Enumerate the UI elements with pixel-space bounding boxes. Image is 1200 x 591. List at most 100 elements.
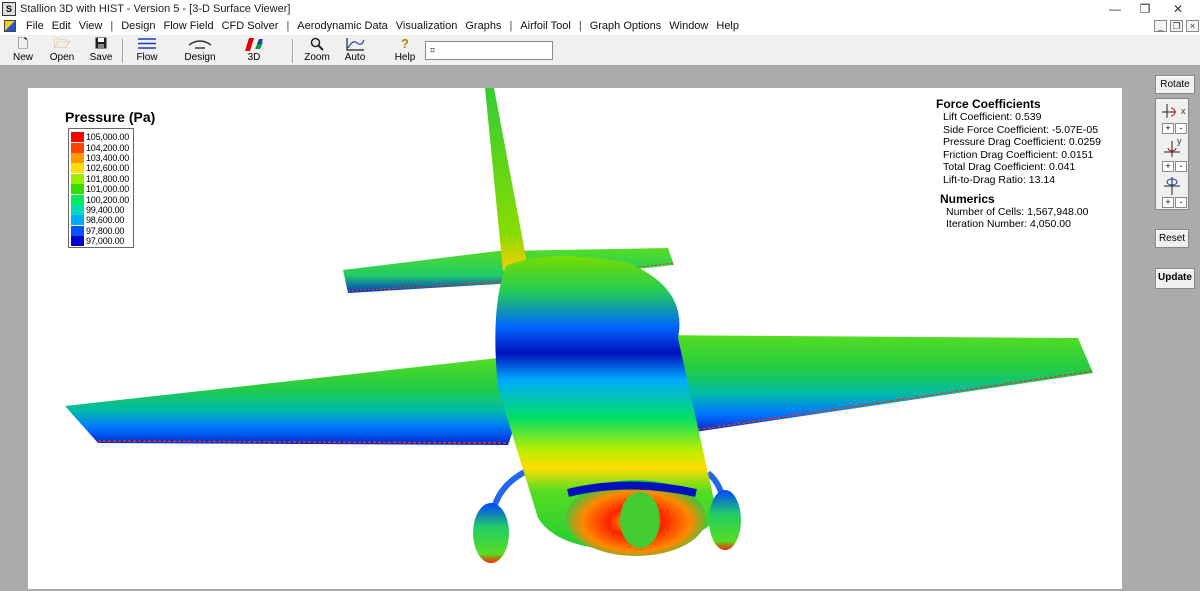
legend-entry: 105,000.00 [71, 132, 131, 143]
menu-aerodynamic-data[interactable]: Aerodynamic Data [293, 20, 392, 32]
menu-file[interactable]: File [22, 20, 48, 32]
new-button[interactable]: 🗋 New [8, 37, 38, 65]
vertical-fin [485, 88, 528, 271]
flow-button[interactable]: Flow [132, 37, 162, 65]
numerics-heading: Numerics [940, 191, 995, 206]
toolbar-separator [292, 39, 294, 63]
auto-button[interactable]: Auto [340, 37, 370, 65]
iteration-number: Iteration Number: 4,050.00 [946, 218, 1071, 231]
legend-swatch [71, 184, 84, 195]
legend-entry: 97,800.00 [71, 225, 131, 236]
menu-edit[interactable]: Edit [48, 20, 75, 32]
lift-to-drag-ratio: Lift-to-Drag Ratio: 13.14 [943, 173, 1056, 186]
magnifier-icon [302, 37, 332, 51]
cursor-icon: ⌗ [430, 45, 436, 55]
legend-entry: 98,600.00 [71, 215, 131, 226]
open-button[interactable]: 🗁 Open [46, 37, 78, 65]
window-title: Stallion 3D with HIST - Version 5 - [3-D… [20, 3, 291, 15]
zoom-label: Zoom [304, 52, 330, 63]
mdi-close-button[interactable]: × [1186, 20, 1199, 32]
axis-control-group: x + - y + - + - [1155, 98, 1189, 210]
help-button[interactable]: ? Help [392, 37, 418, 65]
menu-help[interactable]: Help [712, 20, 743, 32]
x-rotate-plus-button[interactable]: + [1162, 123, 1174, 134]
3d-surface-viewer[interactable]: Pressure (Pa) 105,000.00 104,200.00 103,… [28, 88, 1122, 589]
menu-separator: | [110, 20, 114, 32]
open-folder-icon: 🗁 [53, 36, 71, 51]
y-rotate-minus-button[interactable]: - [1175, 161, 1187, 172]
results-panel: Force Coefficients Lift Coefficient: 0.5… [936, 97, 1116, 231]
legend-entry: 102,600.00 [71, 163, 131, 174]
legend-swatch [71, 173, 84, 184]
friction-drag-coefficient: Friction Drag Coefficient: 0.0151 [943, 148, 1094, 161]
spinner [620, 492, 660, 548]
toolbar: 🗋 New 🗁 Open Save Flow Design 3D Zoom Au… [0, 34, 1200, 66]
menu-bar: File Edit View | Design Flow Field CFD S… [0, 18, 1200, 34]
airfoil-icon [184, 37, 216, 51]
legend-label: 103,400.00 [86, 152, 130, 163]
3d-button[interactable]: 3D [240, 37, 268, 65]
reset-button[interactable]: Reset [1155, 229, 1189, 248]
z-axis-rotate-icon [1162, 177, 1182, 195]
menu-view[interactable]: View [75, 20, 107, 32]
update-button[interactable]: Update [1155, 268, 1195, 289]
mdi-minimize-button[interactable]: _ [1154, 20, 1167, 32]
new-file-icon: 🗋 [17, 36, 29, 51]
menu-separator: | [578, 20, 582, 32]
menu-graph-options[interactable]: Graph Options [586, 20, 666, 32]
save-label: Save [89, 52, 113, 63]
right-wheel-fairing [709, 490, 741, 550]
help-label: Help [394, 52, 416, 63]
title-bar: S Stallion 3D with HIST - Version 5 - [3… [0, 0, 1200, 18]
rotate-button[interactable]: Rotate [1155, 75, 1195, 94]
document-icon[interactable] [4, 20, 16, 32]
mdi-restore-button[interactable]: ❐ [1170, 20, 1183, 32]
legend-swatch [71, 132, 84, 143]
legend-label: 102,600.00 [86, 163, 130, 174]
left-wheel-fairing [473, 503, 509, 563]
design-button[interactable]: Design [184, 37, 216, 65]
y-rotate-plus-button[interactable]: + [1162, 161, 1174, 172]
app-icon: S [2, 2, 16, 16]
restore-button[interactable]: ❐ [1130, 0, 1160, 18]
legend-label: 98,600.00 [86, 215, 125, 226]
pressure-legend: 105,000.00 104,200.00 103,400.00 102,600… [68, 128, 134, 248]
total-drag-coefficient: Total Drag Coefficient: 0.041 [943, 161, 1076, 174]
menu-window[interactable]: Window [665, 20, 712, 32]
zoom-button[interactable]: Zoom [302, 37, 332, 65]
legend-label: 97,800.00 [86, 225, 125, 236]
legend-label: 99,400.00 [86, 204, 125, 215]
pressure-drag-coefficient: Pressure Drag Coefficient: 0.0259 [943, 136, 1101, 149]
legend-label: 104,200.00 [86, 142, 130, 153]
z-rotate-plus-button[interactable]: + [1162, 197, 1174, 208]
menu-separator: | [509, 20, 513, 32]
z-rotate-minus-button[interactable]: - [1175, 197, 1187, 208]
legend-entry: 101,000.00 [71, 184, 131, 195]
legend-swatch [71, 204, 84, 215]
close-button[interactable]: ✕ [1163, 0, 1193, 18]
x-rotate-minus-button[interactable]: - [1175, 123, 1187, 134]
help-question-icon: ? [401, 36, 409, 51]
legend-label: 105,000.00 [86, 132, 130, 143]
design-label: Design [184, 52, 216, 63]
menu-flow-field[interactable]: Flow Field [159, 20, 217, 32]
y-axis-label: y [1177, 136, 1182, 146]
legend-entry: 99,400.00 [71, 204, 131, 215]
force-coefficients-heading: Force Coefficients [936, 97, 1041, 111]
new-label: New [12, 52, 33, 63]
legend-entry: 101,800.00 [71, 173, 131, 184]
legend-title: Pressure (Pa) [65, 109, 156, 125]
menu-graphs[interactable]: Graphs [461, 20, 505, 32]
legend-label: 100,200.00 [86, 194, 130, 205]
menu-cfd-solver[interactable]: CFD Solver [218, 20, 283, 32]
3d-label: 3D [247, 52, 261, 63]
save-button[interactable]: Save [86, 37, 116, 65]
menu-visualization[interactable]: Visualization [392, 20, 462, 32]
x-axis-label: x [1181, 106, 1186, 116]
minimize-button[interactable]: — [1100, 0, 1130, 18]
menu-design[interactable]: Design [117, 20, 159, 32]
x-axis-rotate-icon [1162, 102, 1182, 120]
menu-airfoil-tool[interactable]: Airfoil Tool [516, 20, 575, 32]
toolbar-input-field[interactable]: ⌗ [425, 41, 553, 60]
save-disk-icon [86, 37, 116, 51]
